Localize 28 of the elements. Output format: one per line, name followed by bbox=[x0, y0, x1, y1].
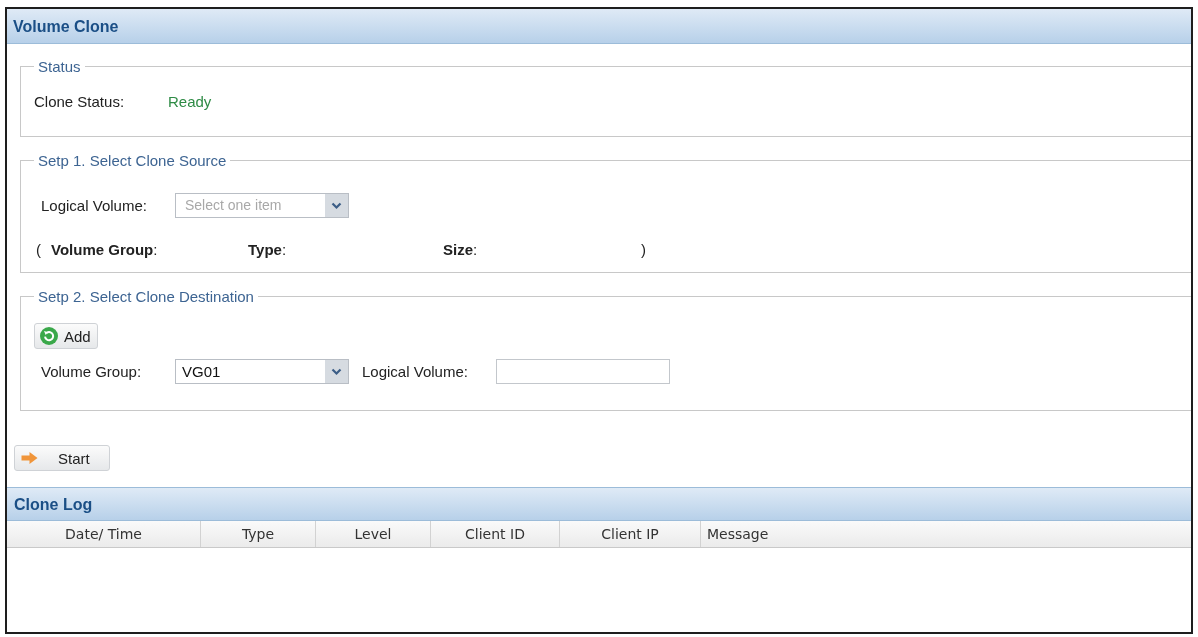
add-button[interactable]: Add bbox=[34, 323, 98, 349]
info-label: Size: bbox=[443, 241, 479, 258]
start-button[interactable]: Start bbox=[14, 445, 110, 471]
caret-icon bbox=[325, 194, 348, 217]
logical-volume-input[interactable] bbox=[496, 359, 670, 384]
field-label: Logical Volume: bbox=[362, 363, 469, 380]
arrow-right-icon bbox=[21, 452, 38, 464]
column-header[interactable]: Message bbox=[701, 521, 1191, 547]
bracket-text: ( bbox=[36, 241, 42, 258]
column-header[interactable]: Client IP bbox=[560, 521, 701, 547]
caret-icon bbox=[325, 360, 348, 383]
column-header[interactable]: Level bbox=[316, 521, 431, 547]
volume-group-dropdown[interactable]: VG01 bbox=[175, 359, 349, 384]
bracket-text: ) bbox=[641, 241, 647, 258]
column-header[interactable]: Date/ Time bbox=[7, 521, 201, 547]
window-title: Volume Clone bbox=[13, 17, 119, 35]
info-label: Type: bbox=[248, 241, 288, 258]
group-legend: Setp 1. Select Clone Source bbox=[34, 152, 231, 169]
group-legend: Status bbox=[34, 58, 85, 75]
group-legend: Setp 2. Select Clone Destination bbox=[34, 288, 258, 305]
field-label: Logical Volume: bbox=[41, 197, 148, 214]
field-label: Volume Group: bbox=[41, 363, 143, 380]
info-label: Volume Group: bbox=[51, 241, 159, 258]
status-value: Ready bbox=[168, 93, 212, 110]
column-header[interactable]: Client ID bbox=[431, 521, 560, 547]
column-header[interactable]: Type bbox=[201, 521, 316, 547]
field-label: Clone Status: bbox=[34, 93, 126, 110]
panel-title: Clone Log bbox=[14, 495, 93, 513]
